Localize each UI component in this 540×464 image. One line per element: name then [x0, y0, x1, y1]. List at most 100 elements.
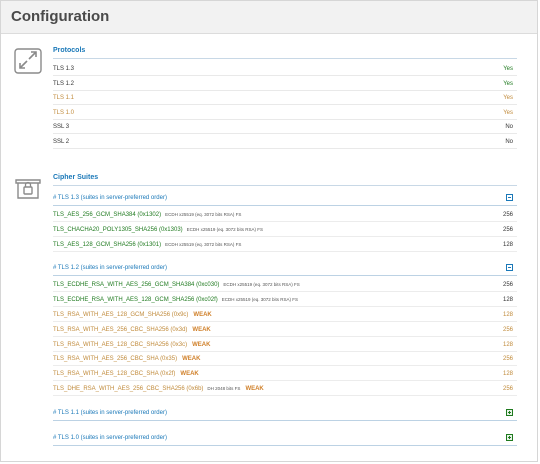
row-divider [53, 395, 517, 396]
protocol-value: Yes [503, 80, 513, 87]
cipher-suite-bits: 256 [502, 282, 513, 289]
cipher-suite-row: TLS_RSA_WITH_AES_256_CBC_SHA256 (0x3d) WE… [53, 323, 517, 337]
expand-icon[interactable] [506, 408, 513, 416]
cipher-suite-row: TLS_RSA_WITH_AES_128_GCM_SHA256 (0x9c) WE… [53, 308, 517, 322]
cipher-suite-label: TLS_ECDHE_RSA_WITH_AES_256_GCM_SHA384 (0… [53, 278, 300, 292]
cipher-suite-row: TLS_AES_256_GCM_SHA384 (0x1302) ECDH x255… [53, 208, 517, 222]
cipher-suite-code: (0x35) [160, 356, 178, 363]
group-divider [53, 444, 517, 446]
weak-badge: WEAK [182, 356, 201, 363]
collapse-icon[interactable] [506, 264, 513, 272]
cipher-suite-info: ECDH x25519 (eq. 3072 bits RSA) FS [223, 282, 300, 288]
cipher-suite-bits: 256 [502, 212, 513, 218]
suite-group-title[interactable]: # TLS 1.2 (suites in server-preferred or… [53, 262, 167, 275]
cipher-suite-row: TLS_DHE_RSA_WITH_AES_256_CBC_SHA256 (0x6… [53, 382, 517, 396]
cipher-suite-name: TLS_ECDHE_RSA_WITH_AES_256_GCM_SHA384 [53, 282, 195, 289]
cipher-suite-name: TLS_AES_128_GCM_SHA256 [53, 241, 136, 248]
cipher-suite-name: TLS_RSA_WITH_AES_128_GCM_SHA256 [53, 312, 171, 318]
row-divider [53, 250, 517, 252]
group-divider [53, 205, 517, 206]
cipher-suite-code: (0x6b) [186, 386, 204, 392]
group-divider [53, 419, 517, 421]
protocols-title: Protocols [53, 47, 86, 54]
cipher-suite-bits: 256 [502, 386, 513, 392]
protocol-row: TLS 1.1 Yes [53, 91, 517, 106]
protocol-label: TLS 1.2 [53, 80, 75, 87]
cipher-suite-name: TLS_RSA_WITH_AES_128_CBC_SHA [53, 371, 159, 378]
cipher-suites-rule [53, 185, 517, 186]
cipher-suite-code: (0x1301) [137, 241, 162, 248]
suite-group-header[interactable]: # TLS 1.0 (suites in server-preferred or… [53, 432, 517, 446]
cipher-suite-name: TLS_ECDHE_RSA_WITH_AES_128_GCM_SHA256 [53, 297, 195, 304]
weak-badge: WEAK [193, 312, 212, 318]
cipher-suite-bits: 256 [502, 226, 513, 233]
cipher-suite-row: TLS_RSA_WITH_AES_256_CBC_SHA (0x35) WEAK 2… [53, 352, 517, 367]
protocol-label: SSL 2 [53, 139, 70, 145]
cipher-suite-bits: 128 [502, 371, 513, 378]
cipher-suite-label: TLS_ECDHE_RSA_WITH_AES_128_GCM_SHA256 (0… [53, 293, 298, 307]
weak-badge: WEAK [245, 386, 264, 392]
collapse-icon[interactable] [506, 194, 513, 201]
cipher-suite-name: TLS_DHE_RSA_WITH_AES_256_CBC_SHA256 [53, 386, 185, 392]
cipher-suite-row: TLS_RSA_WITH_AES_128_CBC_SHA256 (0x3c) WE… [53, 338, 517, 352]
cipher-suites-title: Cipher Suites [53, 174, 99, 181]
cipher-suite-info: ECDH x25519 (eq. 3072 bits RSA) FS [165, 241, 242, 247]
cipher-suite-row: TLS_AES_128_GCM_SHA256 (0x1301) ECDH x255… [53, 238, 517, 252]
cipher-suite-bits: 256 [502, 326, 513, 333]
cipher-suite-bits: 128 [502, 241, 513, 248]
suite-group-title[interactable]: # TLS 1.3 (suites in server-preferred or… [53, 192, 167, 205]
cipher-suite-label: TLS_RSA_WITH_AES_128_CBC_SHA (0x2f) WEAK [53, 367, 199, 381]
cipher-suite-code: (0x3d) [170, 326, 188, 333]
protocol-row: TLS 1.2 Yes [53, 77, 517, 91]
cipher-suite-info: ECDH x25519 (eq. 3072 bits RSA) FS [165, 212, 242, 217]
cipher-suite-label: TLS_RSA_WITH_AES_256_CBC_SHA (0x35) WEAK [53, 352, 200, 366]
cipher-suite-row: TLS_RSA_WITH_AES_128_CBC_SHA (0x2f) WEAK 1… [53, 367, 517, 382]
group-divider [53, 275, 517, 277]
toggle-bar [508, 267, 511, 269]
cipher-suite-info: DH 2048 bits FS [207, 386, 241, 391]
protocol-value: No [505, 124, 513, 131]
expand-icon[interactable] [506, 433, 513, 441]
weak-badge: WEAK [192, 341, 211, 348]
protocol-value: Yes [503, 66, 513, 72]
cipher-suite-label: TLS_RSA_WITH_AES_128_GCM_SHA256 (0x9c) WE… [53, 308, 212, 322]
expand-arrows-icon [14, 48, 42, 74]
cipher-suite-info: ECDH x25519 (eq. 3072 bits RSA) FS [186, 226, 263, 232]
cipher-suite-code: (0x2f) [160, 371, 176, 378]
cipher-suite-label: TLS_AES_256_GCM_SHA384 (0x1302) ECDH x255… [53, 208, 241, 222]
cipher-suite-bits: 128 [502, 297, 513, 304]
suite-group-title[interactable]: # TLS 1.0 (suites in server-preferred or… [53, 432, 167, 445]
cipher-suite-code: (0xc030) [196, 282, 220, 289]
protocol-row: TLS 1.3 Yes [53, 62, 517, 76]
protocol-label: TLS 1.0 [53, 109, 75, 116]
report-page: Configuration Protocols TLS 1.3 Yes TLS 1.… [0, 0, 538, 462]
cipher-suite-label: TLS_RSA_WITH_AES_128_CBC_SHA256 (0x3c) WE… [53, 338, 210, 352]
suite-group-header[interactable]: # TLS 1.3 (suites in server-preferred or… [53, 192, 517, 206]
cipher-suite-bits: 128 [502, 341, 513, 348]
lock-box-icon [14, 174, 42, 200]
suite-group-title[interactable]: # TLS 1.1 (suites in server-preferred or… [53, 407, 167, 420]
protocol-row: SSL 2 No [53, 135, 517, 149]
cipher-suites-section: Cipher Suites # TLS 1.3 (suites in serve… [1, 171, 537, 461]
cipher-suite-row: TLS_ECDHE_RSA_WITH_AES_128_GCM_SHA256 (0… [53, 293, 517, 308]
cipher-suite-name: TLS_AES_256_GCM_SHA384 [53, 212, 136, 218]
cipher-suite-bits: 256 [502, 356, 513, 363]
protocol-value: Yes [503, 95, 513, 102]
cipher-suite-code: (0x1303) [158, 226, 183, 233]
cipher-suite-name: TLS_RSA_WITH_AES_128_CBC_SHA256 [53, 341, 169, 348]
suite-group-header[interactable]: # TLS 1.2 (suites in server-preferred or… [53, 262, 517, 277]
cipher-suite-name: TLS_RSA_WITH_AES_256_CBC_SHA256 [53, 326, 169, 333]
protocols-section: Protocols TLS 1.3 Yes TLS 1.2 Yes TLS 1.1 Yes… [1, 41, 537, 161]
cipher-suite-code: (0xc02f) [196, 297, 218, 304]
page-header: Configuration [1, 1, 537, 34]
protocol-label: TLS 1.1 [53, 95, 75, 102]
cipher-suite-label: TLS_AES_128_GCM_SHA256 (0x1301) ECDH x255… [53, 238, 241, 252]
weak-badge: WEAK [192, 326, 211, 333]
cipher-suite-code: (0x3c) [170, 341, 188, 348]
protocol-value: Yes [503, 109, 513, 116]
suite-group-header[interactable]: # TLS 1.1 (suites in server-preferred or… [53, 407, 517, 421]
cipher-suite-code: (0x1302) [137, 212, 162, 218]
protocols-rule [53, 58, 517, 59]
cipher-suite-label: TLS_RSA_WITH_AES_256_CBC_SHA256 (0x3d) WE… [53, 323, 211, 337]
cipher-suite-label: TLS_DHE_RSA_WITH_AES_256_CBC_SHA256 (0x6… [53, 382, 264, 396]
